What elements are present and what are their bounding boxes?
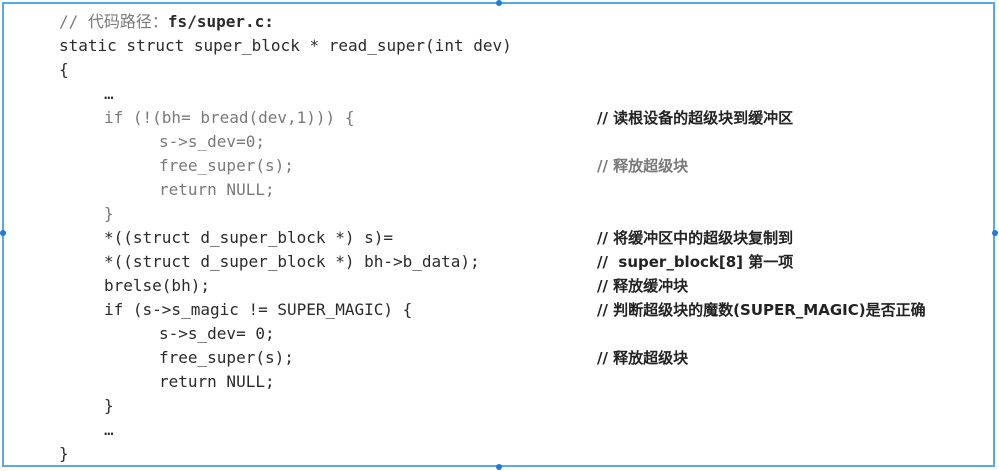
comment-line-12: // 判断超级块的魔数(SUPER_MAGIC)是否正确: [597, 301, 926, 319]
header-comment-prefix: //: [59, 12, 79, 31]
code-line-3: …: [104, 84, 114, 103]
resize-handle-top[interactable]: [496, 0, 502, 6]
code-line-16: }: [104, 396, 114, 415]
code-line-15: return NULL;: [159, 372, 275, 391]
code-line-6: free_super(s);: [159, 156, 294, 175]
code-line-2: {: [59, 60, 69, 79]
code-line-8: }: [104, 204, 114, 223]
comment-line-14: // 释放超级块: [597, 349, 689, 367]
code-line-18: }: [59, 444, 69, 463]
code-line-17: …: [104, 420, 114, 439]
header-path: fs/super.c:: [167, 12, 274, 31]
comment-line-9: // 将缓冲区中的超级块复制到: [597, 229, 794, 247]
code-line-14: free_super(s);: [159, 348, 294, 367]
resize-handle-right[interactable]: [992, 230, 998, 236]
code-line-1: static struct super_block * read_super(i…: [59, 34, 512, 58]
resize-handle-left[interactable]: [0, 230, 6, 236]
code-line-4: if (!(bh= bread(dev,1))) {: [104, 108, 355, 127]
code-figure-frame: // 代码路径：fs/super.c: static struct super_…: [2, 2, 995, 467]
code-line-5: s->s_dev=0;: [159, 132, 265, 151]
code-line-11: brelse(bh);: [104, 276, 210, 295]
comment-line-11: // 释放缓冲块: [597, 277, 689, 295]
comment-line-10: // super_block[8] 第一项: [597, 253, 794, 271]
code-line-10: *((struct d_super_block *) bh->b_data);: [104, 252, 480, 271]
header-comment: // 代码路径：fs/super.c:: [59, 10, 274, 34]
resize-handle-bottom[interactable]: [496, 464, 502, 470]
comment-line-6: // 释放超级块: [597, 157, 689, 175]
code-line-9: *((struct d_super_block *) s)=: [104, 228, 393, 247]
code-line-13: s->s_dev= 0;: [159, 324, 275, 343]
code-line-7: return NULL;: [159, 180, 275, 199]
code-line-1-text: static struct super_block * read_super(i…: [59, 36, 512, 55]
header-comment-label: 代码路径：: [87, 12, 168, 31]
code-line-12: if (s->s_magic != SUPER_MAGIC) {: [104, 300, 413, 319]
comment-line-4: // 读根设备的超级块到缓冲区: [597, 109, 794, 127]
